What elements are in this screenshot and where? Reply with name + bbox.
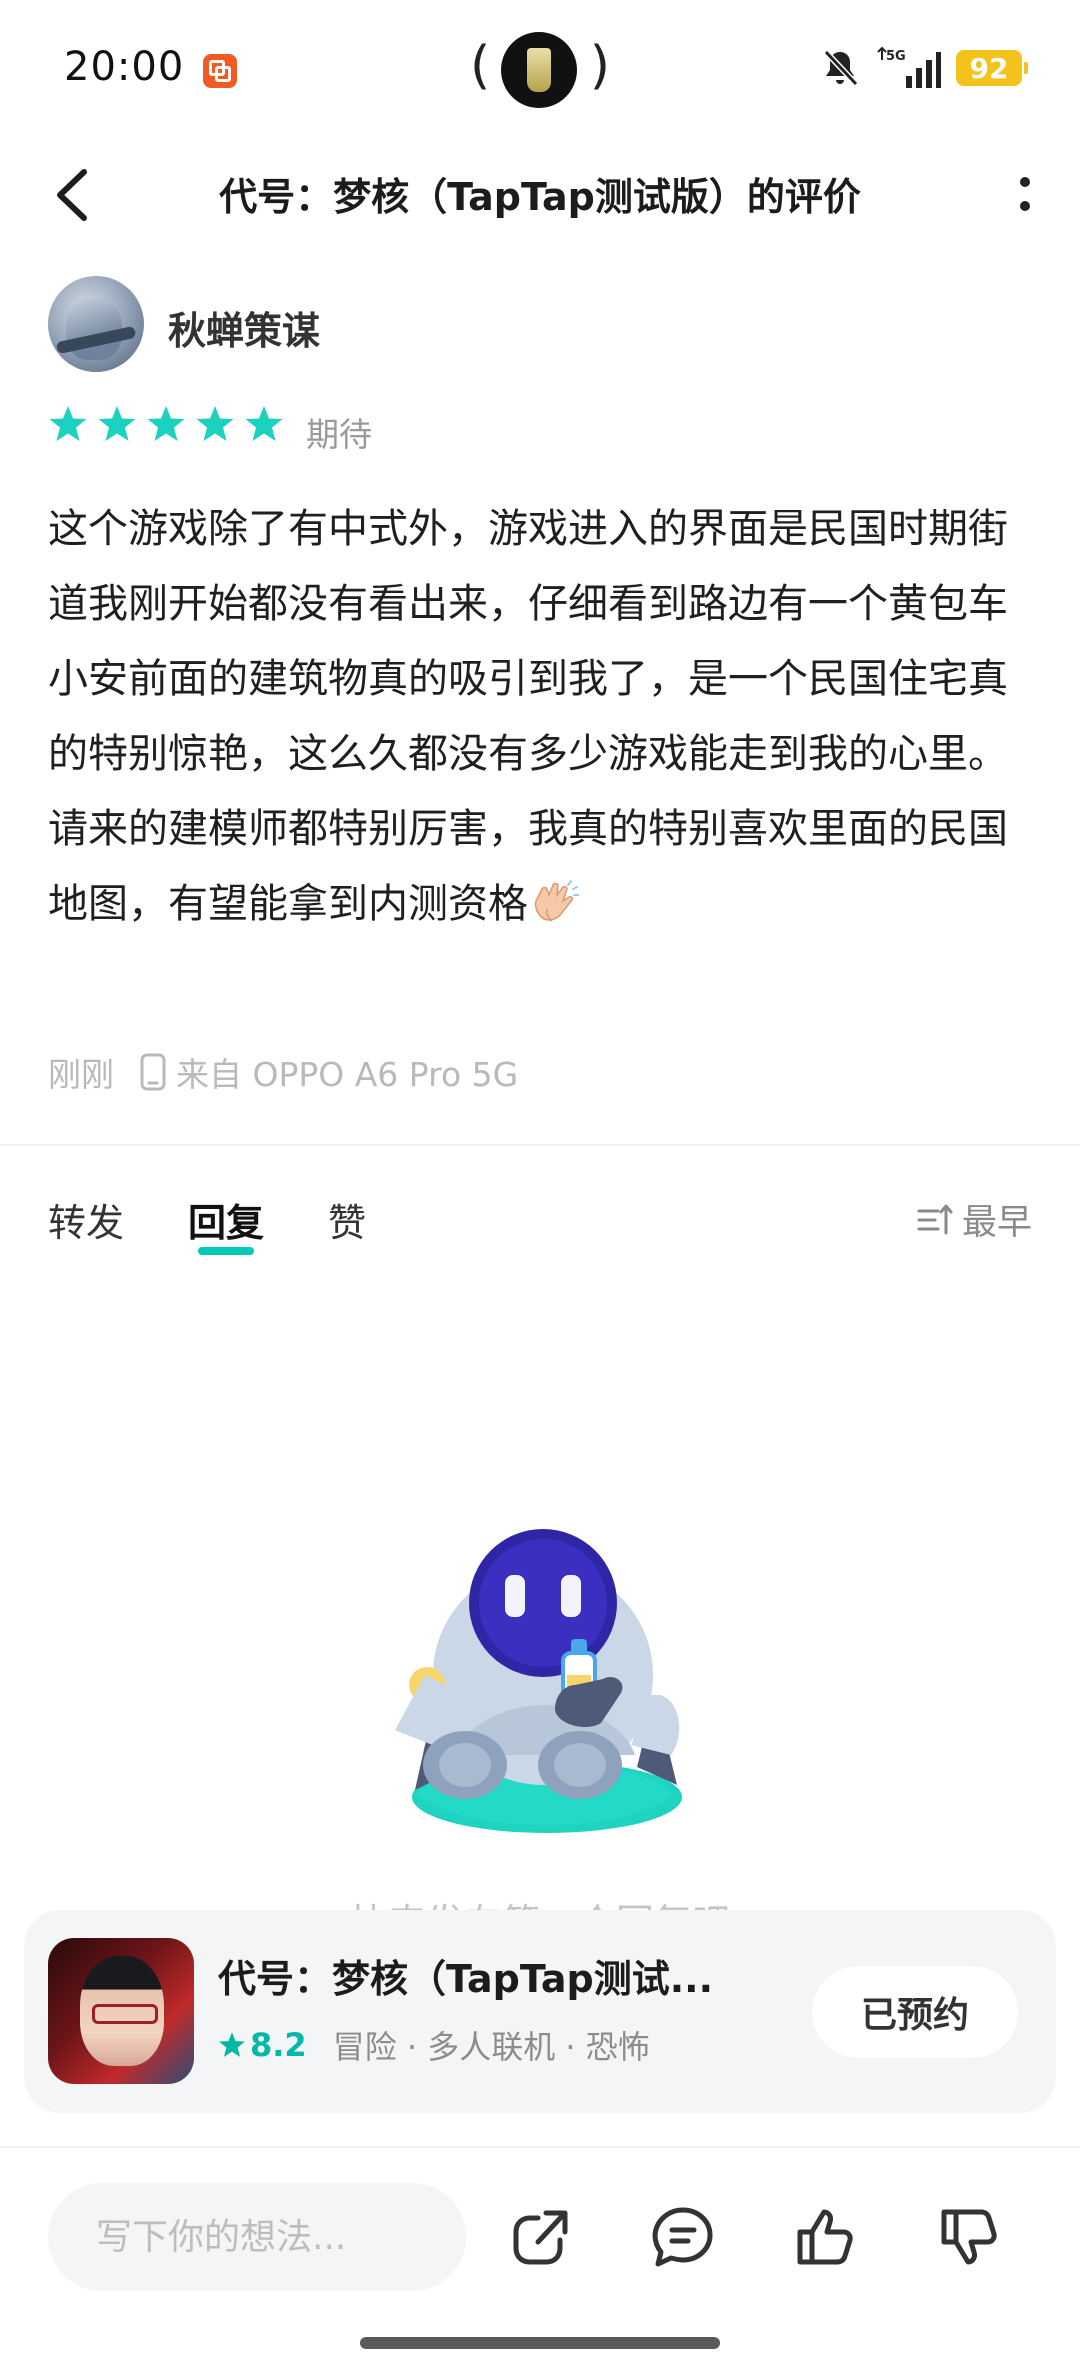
home-indicator[interactable] (360, 2337, 720, 2349)
phone-icon (140, 1053, 166, 1091)
sort-icon (917, 1204, 953, 1234)
robot-mascot-illustration (395, 1529, 682, 1833)
star-icon (245, 406, 283, 441)
game-card[interactable]: 代号：梦核（TapTap测试... 8.2 冒险 · 多人联机 · 恐怖 已预约 (24, 1910, 1056, 2113)
clapping-hands-icon (534, 880, 579, 922)
more-options-icon[interactable] (1010, 164, 1040, 224)
review-text: 这个游戏除了有中式外，游戏进入的界面是民国时期街道我刚开始都没有看出来，仔细看到… (48, 492, 1008, 942)
review-device: 来自 OPPO A6 Pro 5G (176, 1055, 519, 1094)
game-title[interactable]: 代号：梦核（TapTap测试... (218, 1948, 778, 2003)
game-cover-image[interactable] (48, 1938, 194, 2084)
status-time: 20:00 (64, 44, 185, 90)
rating-label: 期待 (306, 415, 372, 454)
signal-5g-icon: 5G (877, 46, 941, 88)
sort-button[interactable]: 最早 (916, 1194, 1032, 1245)
star-icon (49, 406, 87, 441)
review-meta: 刚刚 来自 OPPO A6 Pro 5G (48, 1050, 518, 1094)
author-avatar[interactable] (48, 276, 144, 372)
battery-indicator: 92 (956, 50, 1028, 86)
star-icon (196, 406, 234, 441)
status-bar: 20:00 ( ) 5G 92 (0, 0, 1080, 140)
tab-repost[interactable]: 转发 (48, 1192, 124, 1247)
svg-text:5G: 5G (886, 49, 906, 64)
tab-likes[interactable]: 赞 (328, 1192, 366, 1247)
notification-app-icon (203, 54, 237, 88)
game-score: 8.2 (250, 2026, 307, 2064)
thumbs-down-icon[interactable] (936, 2204, 1002, 2270)
reserved-button[interactable]: 已预约 (812, 1966, 1018, 2058)
game-rating: 8.2 冒险 · 多人联机 · 恐怖 (218, 2022, 650, 2068)
sort-label: 最早 (961, 1203, 1032, 1243)
star-icon (219, 2032, 245, 2057)
tab-replies[interactable]: 回复 (188, 1192, 264, 1255)
review-body-text: 这个游戏除了有中式外，游戏进入的界面是民国时期街道我刚开始都没有看出来，仔细看到… (48, 506, 1008, 927)
star-icon (147, 406, 185, 441)
author-name[interactable]: 秋蝉策谋 (168, 300, 320, 355)
share-icon[interactable] (508, 2204, 574, 2270)
status-icons: 5G 92 (818, 46, 1028, 90)
mute-bell-icon (823, 49, 859, 87)
star-rating (48, 404, 284, 444)
thumbs-up-icon[interactable] (792, 2204, 858, 2270)
game-tags: 冒险 · 多人联机 · 恐怖 (332, 2028, 650, 2066)
page-title: 代号：梦核（TapTap测试版）的评价 (219, 175, 861, 219)
review-time: 刚刚 (48, 1055, 114, 1094)
bottom-divider (0, 2146, 1080, 2148)
top-navigation: 代号：梦核（TapTap测试版）的评价 (0, 150, 1080, 240)
section-divider (0, 1144, 1080, 1146)
comment-input[interactable] (48, 2183, 466, 2291)
reply-comment-icon[interactable] (650, 2204, 716, 2270)
interaction-tabs: 转发 回复 赞 (48, 1192, 430, 1255)
back-arrow-icon[interactable] (46, 162, 106, 228)
flashlight-icon (501, 32, 577, 108)
flashlight-indicator: ( ) (470, 30, 610, 110)
star-icon (98, 406, 136, 441)
